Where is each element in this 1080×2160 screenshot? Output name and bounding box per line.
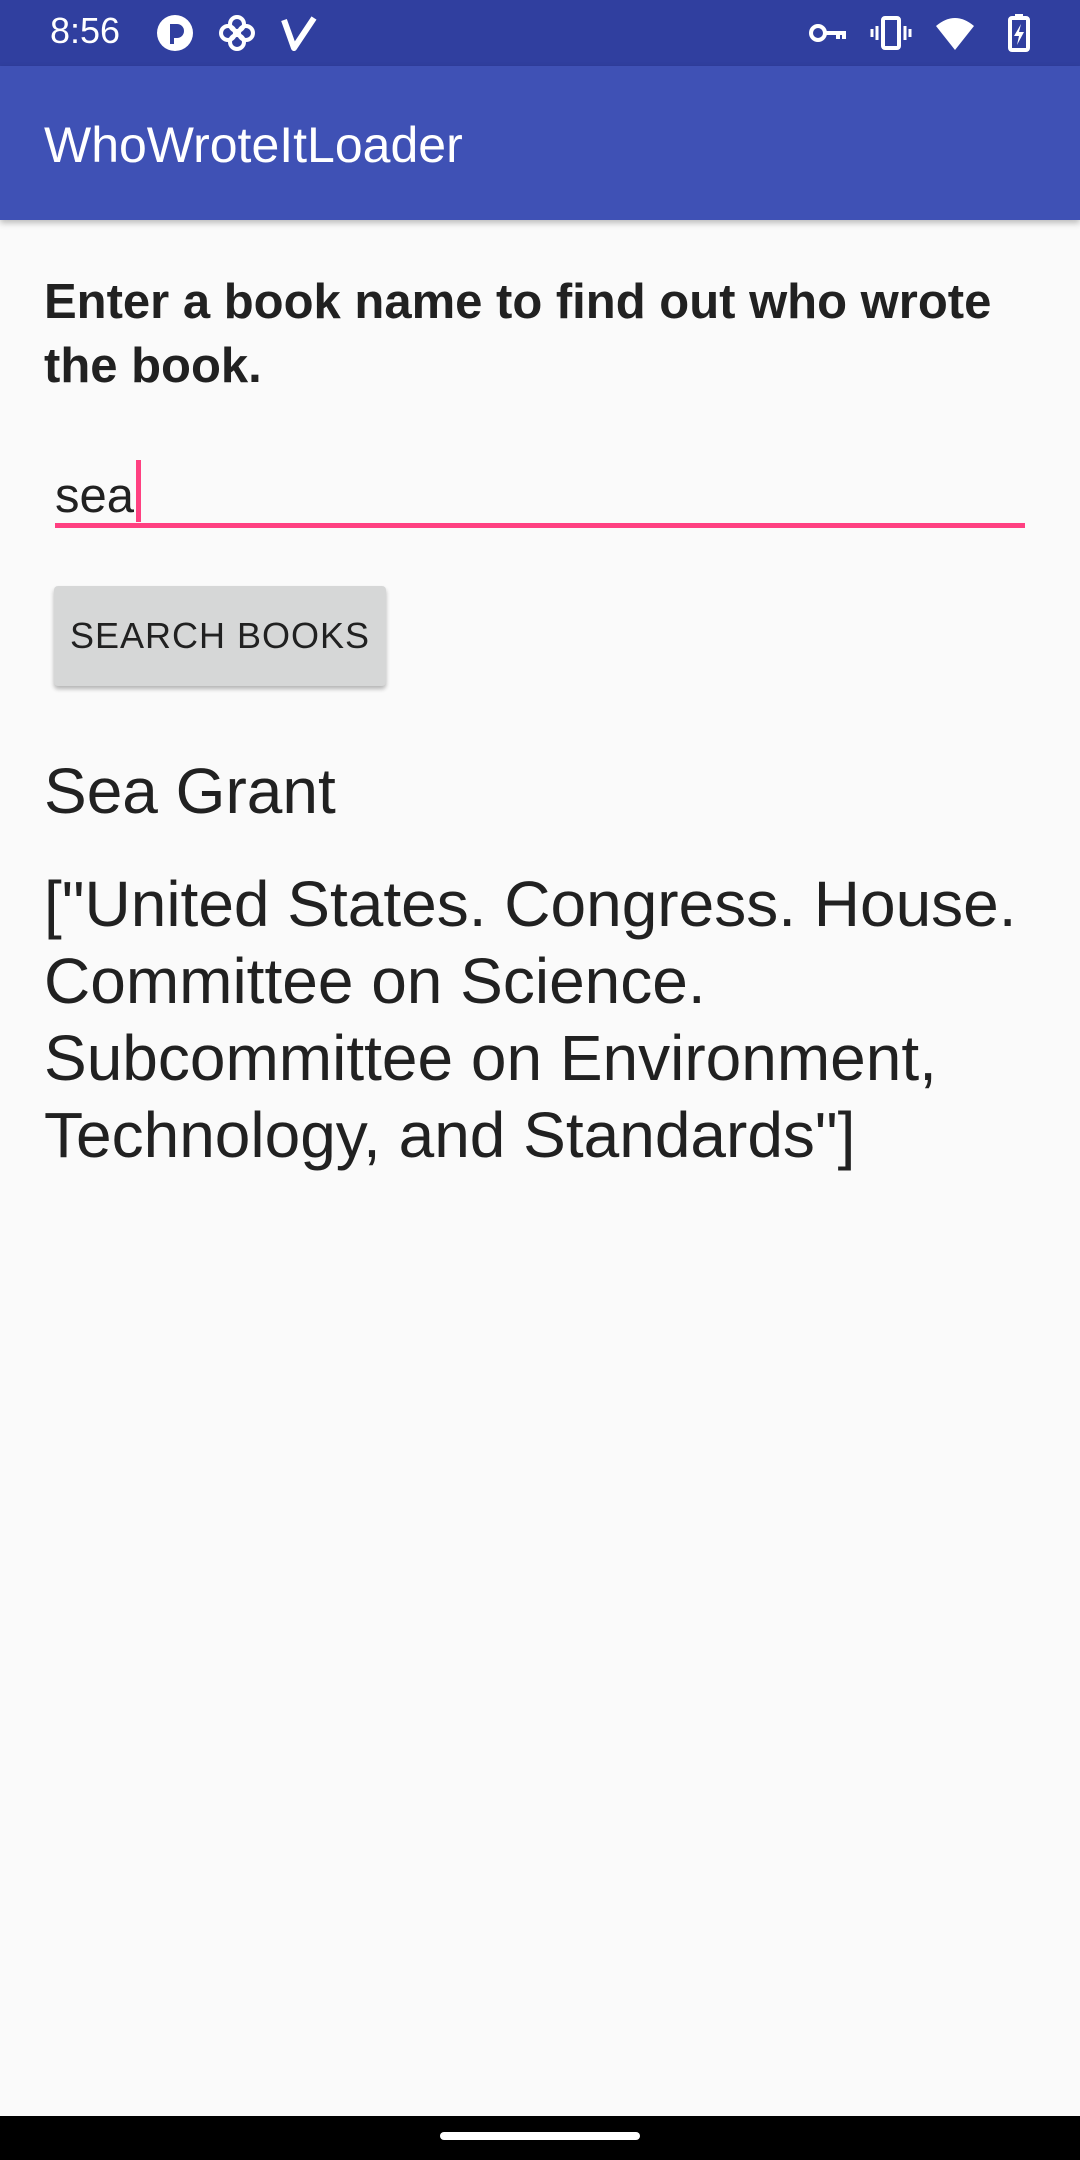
- search-input-value[interactable]: sea: [55, 469, 134, 523]
- search-books-button[interactable]: SEARCH BOOKS: [54, 586, 386, 686]
- pinwheel-icon: [219, 15, 255, 51]
- status-left-icons: [154, 12, 320, 54]
- status-bar: 8:56: [0, 0, 1080, 66]
- app-bar: WhoWroteItLoader: [0, 66, 1080, 220]
- wifi-icon: [936, 18, 974, 50]
- home-gesture-handle[interactable]: [440, 2132, 640, 2140]
- app-title: WhoWroteItLoader: [44, 117, 463, 173]
- battery-charging-icon: [1008, 14, 1030, 52]
- screen: 8:56 WhoWroteItLoader Enter a book name …: [0, 0, 1080, 2160]
- result-title: Sea Grant: [44, 755, 336, 827]
- navigation-bar: [0, 2116, 1080, 2160]
- v-logo-icon: [281, 16, 317, 51]
- input-underline: [55, 523, 1025, 528]
- status-time: 8:56: [50, 10, 121, 51]
- instructions-text: Enter a book name to find out who wrote …: [44, 275, 992, 393]
- status-right-icons: [806, 12, 1040, 54]
- search-input-text[interactable]: sea: [55, 460, 142, 524]
- result-authors: ["United States. Congress. House. Commit…: [44, 868, 1017, 1171]
- book-search-input[interactable]: sea: [55, 446, 1025, 530]
- vpn-key-icon: [809, 24, 846, 42]
- brand-app-icon: [157, 15, 193, 51]
- text-cursor: [136, 460, 142, 522]
- vibrate-icon: [870, 16, 912, 50]
